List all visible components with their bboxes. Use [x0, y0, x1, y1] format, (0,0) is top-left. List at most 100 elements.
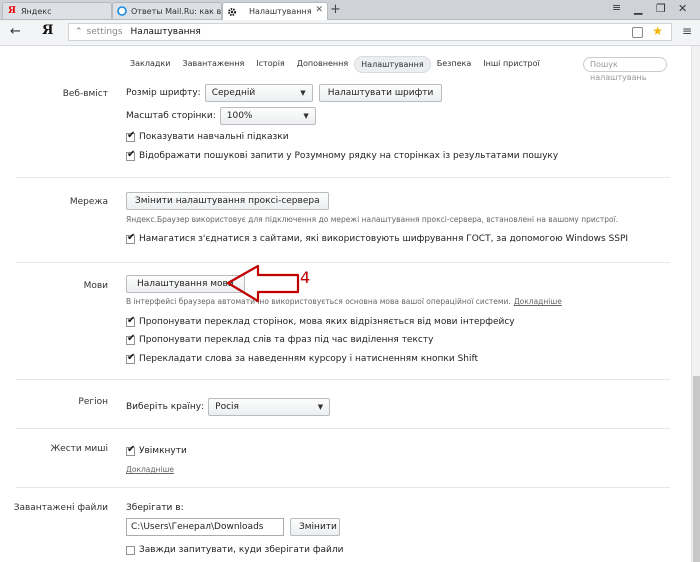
section-label-region: Регіон	[78, 397, 108, 407]
nav-history[interactable]: Історія	[250, 56, 290, 73]
translate-pages-label: Пропонувати переклад сторінок, мова яких…	[139, 317, 515, 327]
tutorial-tips-checkbox[interactable]	[126, 130, 135, 142]
region-select-label: Виберіть країну:	[126, 402, 205, 412]
translate-words-label: Пропонувати переклад слів та фраз під ча…	[139, 335, 434, 345]
address-title: Налаштування	[130, 27, 201, 37]
gestures-row[interactable]: Увімкнути	[126, 444, 187, 456]
browser-menu-icon[interactable]: ≡	[682, 24, 692, 38]
gost-checkbox[interactable]	[126, 232, 135, 244]
proxy-row: Змінити налаштування проксі-сервера	[126, 192, 329, 210]
language-more-link[interactable]: Докладніше	[514, 297, 562, 306]
zoom-select[interactable]: 100% ▼	[219, 107, 316, 125]
gear-icon	[227, 7, 237, 17]
nav-security[interactable]: Безпека	[431, 56, 478, 73]
translate-hover-label: Перекладати слова за наведенням курсору …	[139, 354, 479, 364]
address-bar[interactable]: ⌃ settings Налаштування ★	[68, 23, 672, 41]
region-value: Росія	[215, 402, 239, 412]
chevron-down-icon: ▼	[317, 403, 324, 411]
always-ask-checkbox[interactable]	[126, 545, 135, 555]
minimize-icon[interactable]: ▁	[634, 2, 642, 15]
font-size-label: Розмір шрифту:	[126, 88, 201, 98]
gost-row[interactable]: Намагатися з'єднатися з сайтами, які вик…	[126, 232, 629, 244]
star-icon[interactable]: ★	[652, 24, 663, 38]
back-arrow-icon[interactable]: ←	[10, 24, 21, 39]
font-size-select[interactable]: Середній ▼	[204, 84, 313, 102]
always-ask-label: Завжди запитувати, куди зберігати файли	[139, 545, 344, 555]
change-path-button[interactable]: Змінити	[290, 518, 340, 536]
proxy-note-row: Яндекс.Браузер використовує для підключе…	[126, 215, 618, 224]
gestures-more-row: Докладніше	[126, 465, 174, 474]
tab-mailru[interactable]: Ответы Mail.Ru: как в "Янде	[112, 2, 222, 19]
nav-downloads[interactable]: Завантаження	[176, 56, 250, 73]
address-prefix: settings	[86, 27, 123, 37]
section-label-downloads: Завантажені файли	[13, 503, 108, 513]
divider	[16, 177, 670, 178]
nav-extensions[interactable]: Доповнення	[291, 56, 354, 73]
language-note-row: В інтерфейсі браузера автоматично викори…	[126, 297, 562, 306]
translate-hover-checkbox[interactable]	[126, 352, 135, 364]
region-row: Виберіть країну: Росія ▼	[126, 398, 331, 416]
download-path-field[interactable]: C:\Users\Генерал\Downloads	[126, 518, 284, 536]
divider	[16, 379, 670, 380]
nav-settings[interactable]: Налаштування	[354, 56, 431, 73]
gestures-label: Увімкнути	[139, 446, 187, 456]
nav-bookmarks[interactable]: Закладки	[124, 56, 176, 73]
zoom-label: Масштаб сторінки:	[126, 111, 216, 121]
settings-search-input[interactable]: Пошук налаштувань	[583, 57, 667, 82]
search-queries-checkbox[interactable]	[126, 149, 135, 161]
search-queries-row[interactable]: Відображати пошукові запити у Розумному …	[126, 149, 559, 161]
chevron-down-icon: ▼	[300, 89, 306, 97]
reader-mode-icon[interactable]	[632, 27, 643, 38]
chevron-up-icon: ⌃	[75, 27, 83, 37]
download-path-row: C:\Users\Генерал\Downloads Змінити	[126, 518, 340, 536]
mailru-favicon-icon	[117, 6, 127, 16]
tabs-menu-icon[interactable]: ≡	[612, 1, 621, 14]
save-to-row: Зберігати в:	[126, 503, 184, 513]
chevron-down-icon: ▼	[303, 112, 309, 120]
toolbar: ← Я ⌃ settings Налаштування ★ ≡	[0, 20, 700, 46]
region-select[interactable]: Росія ▼	[208, 398, 331, 416]
customize-fonts-button[interactable]: Налаштувати шрифти	[318, 84, 443, 102]
nav-other-devices[interactable]: Інші пристрої	[477, 56, 545, 73]
tab-label: Яндекс	[21, 6, 52, 16]
translate-words-row[interactable]: Пропонувати переклад слів та фраз під ча…	[126, 333, 434, 345]
zoom-row: Масштаб сторінки: 100% ▼	[126, 107, 316, 125]
language-settings-row: Налаштування мови	[126, 275, 245, 293]
scrollbar-thumb[interactable]	[693, 376, 700, 562]
language-note: В інтерфейсі браузера автоматично викори…	[126, 297, 511, 306]
tab-yandex[interactable]: Я Яндекс	[2, 2, 112, 19]
section-label-network: Мережа	[69, 197, 108, 207]
always-ask-row[interactable]: Завжди запитувати, куди зберігати файли	[126, 545, 344, 555]
window-close-icon[interactable]: ✕	[678, 2, 687, 15]
translate-words-checkbox[interactable]	[126, 333, 135, 345]
search-queries-label: Відображати пошукові запити у Розумному …	[139, 151, 559, 161]
tutorial-tips-label: Показувати навчальні підказки	[139, 132, 289, 142]
gestures-checkbox[interactable]	[126, 444, 135, 456]
tutorial-tips-row[interactable]: Показувати навчальні підказки	[126, 130, 289, 142]
new-tab-button[interactable]: +	[330, 2, 341, 17]
proxy-settings-button[interactable]: Змінити налаштування проксі-сервера	[126, 192, 329, 210]
font-size-row: Розмір шрифту: Середній ▼ Налаштувати шр…	[126, 84, 443, 102]
translate-hover-row[interactable]: Перекладати слова за наведенням курсору …	[126, 352, 479, 364]
translate-pages-row[interactable]: Пропонувати переклад сторінок, мова яких…	[126, 315, 515, 327]
tab-label: Налаштування	[249, 7, 312, 16]
translate-pages-checkbox[interactable]	[126, 315, 135, 327]
restore-icon[interactable]: ❐	[656, 2, 666, 15]
divider	[16, 487, 670, 488]
annotation-number: 4	[300, 268, 311, 287]
gost-label: Намагатися з'єднатися з сайтами, які вик…	[139, 234, 629, 244]
tab-strip: Я Яндекс Ответы Mail.Ru: как в "Янде Нал…	[0, 0, 700, 20]
language-settings-button[interactable]: Налаштування мови	[126, 275, 245, 293]
tab-settings[interactable]: Налаштування ✕	[222, 2, 328, 20]
section-label-web-content: Веб-вміст	[62, 89, 108, 99]
settings-nav: Закладки Завантаження Історія Доповнення…	[124, 56, 546, 73]
scrollbar[interactable]	[691, 46, 700, 562]
section-label-mouse-gestures: Жести миші	[50, 444, 108, 454]
gestures-more-link[interactable]: Докладніше	[126, 465, 174, 474]
divider	[16, 428, 670, 429]
yandex-logo[interactable]: Я	[42, 23, 53, 38]
close-tab-icon[interactable]: ✕	[315, 5, 323, 15]
section-label-languages: Мови	[83, 281, 108, 291]
font-size-value: Середній	[211, 88, 256, 98]
tab-label: Ответы Mail.Ru: как в "Янде	[131, 6, 222, 16]
